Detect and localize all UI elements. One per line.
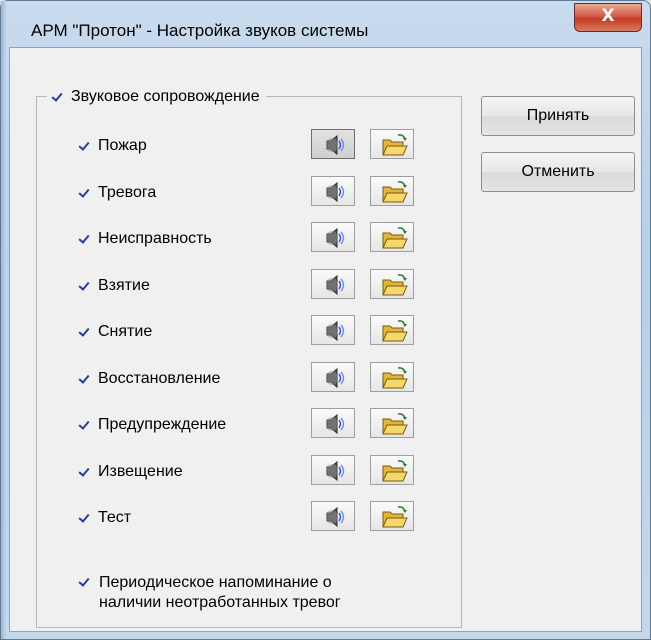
- play-sound-button[interactable]: [311, 129, 355, 159]
- folder-open-icon: [382, 413, 408, 435]
- checkmark-icon: [78, 326, 90, 338]
- folder-open-icon: [382, 366, 408, 388]
- event-row: Предупреждение: [78, 408, 423, 440]
- open-sound-file-button[interactable]: [370, 315, 414, 345]
- checkmark-icon: [78, 466, 90, 478]
- checkmark-icon: [78, 233, 90, 245]
- event-row: Взятие: [78, 268, 423, 301]
- checkmark-icon: [78, 187, 90, 199]
- speaker-icon: [326, 506, 345, 528]
- close-icon: X: [601, 6, 615, 26]
- event-row: Снятие: [78, 315, 423, 347]
- event-label: Предупреждение: [98, 416, 227, 433]
- reminder-label-line1: Периодическое напоминание о: [99, 574, 332, 591]
- open-sound-file-button[interactable]: [370, 501, 414, 531]
- play-sound-button[interactable]: [311, 268, 355, 299]
- folder-open-icon: [382, 320, 408, 342]
- folder-open-icon: [382, 227, 408, 249]
- event-label: Восстановление: [98, 369, 221, 387]
- speaker-icon: [326, 134, 345, 156]
- event-label: Неисправность: [98, 230, 212, 247]
- checkmark-icon: [78, 512, 90, 524]
- folder-open-icon: [382, 180, 408, 202]
- event-checkbox[interactable]: Предупреждение: [78, 416, 226, 434]
- folder-open-icon: [382, 506, 408, 528]
- speaker-icon: [326, 320, 345, 342]
- folder-open-icon: [382, 273, 408, 295]
- reminder-label-line2: наличии неотработанных тревог: [99, 594, 341, 611]
- play-sound-button[interactable]: [311, 315, 355, 345]
- event-row: Восстановление: [78, 361, 423, 394]
- play-sound-button[interactable]: [311, 454, 355, 485]
- event-label: Снятие: [98, 323, 153, 340]
- folder-open-icon: [382, 459, 408, 481]
- checkmark-icon: [51, 91, 63, 103]
- open-sound-file-button[interactable]: [370, 361, 414, 392]
- play-sound-button[interactable]: [311, 408, 355, 438]
- open-sound-file-button[interactable]: [370, 129, 414, 159]
- open-sound-file-button[interactable]: [370, 268, 414, 299]
- window-title: АРМ "Протон" - Настройка звуков системы: [31, 21, 369, 40]
- checkmark-icon: [78, 373, 90, 385]
- event-label: Тест: [98, 509, 132, 526]
- accept-button[interactable]: Принять: [481, 96, 635, 136]
- event-row: Извещение: [78, 454, 423, 487]
- sound-enable-checkbox[interactable]: Звуковое сопровождение: [47, 87, 266, 107]
- event-checkbox[interactable]: Извещение: [78, 463, 183, 481]
- checkmark-icon: [78, 280, 90, 292]
- event-label: Пожар: [98, 137, 147, 154]
- play-sound-button[interactable]: [311, 175, 355, 206]
- speaker-icon: [326, 274, 345, 295]
- open-sound-file-button[interactable]: [370, 408, 414, 438]
- checkmark-icon: [78, 140, 90, 152]
- event-checkbox[interactable]: Неисправность: [78, 230, 212, 248]
- cancel-button[interactable]: Отменить: [481, 152, 635, 192]
- event-checkbox[interactable]: Снятие: [78, 323, 152, 341]
- play-sound-button[interactable]: [311, 222, 355, 252]
- title-bar[interactable]: АРМ "Протон" - Настройка звуков системы …: [1, 1, 651, 47]
- play-sound-button[interactable]: [311, 501, 355, 531]
- open-sound-file-button[interactable]: [370, 454, 414, 485]
- speaker-icon: [326, 460, 345, 481]
- event-label: Тревога: [98, 183, 157, 201]
- speaker-icon: [326, 367, 345, 388]
- checkmark-icon: [78, 419, 90, 431]
- event-label: Извещение: [98, 462, 183, 480]
- folder-open-icon: [382, 134, 408, 156]
- open-sound-file-button[interactable]: [370, 222, 414, 252]
- speaker-icon: [326, 227, 345, 249]
- speaker-icon: [326, 181, 345, 202]
- event-checkbox[interactable]: Тревога: [78, 184, 156, 202]
- close-button[interactable]: X: [574, 3, 642, 32]
- event-checkbox[interactable]: Восстановление: [78, 370, 220, 388]
- event-row: Тревога: [78, 175, 423, 208]
- event-checkbox[interactable]: Пожар: [78, 137, 147, 155]
- speaker-icon: [326, 413, 345, 435]
- event-label: Взятие: [98, 276, 150, 294]
- event-row: Пожар: [78, 129, 423, 161]
- event-checkbox[interactable]: Взятие: [78, 277, 150, 295]
- event-row: Тест: [78, 501, 423, 533]
- event-row: Неисправность: [78, 222, 423, 254]
- event-checkbox[interactable]: Тест: [78, 509, 131, 527]
- sound-enable-label: Звуковое сопровождение: [71, 88, 260, 105]
- open-sound-file-button[interactable]: [370, 175, 414, 206]
- play-sound-button[interactable]: [311, 361, 355, 392]
- checkmark-icon: [78, 576, 90, 588]
